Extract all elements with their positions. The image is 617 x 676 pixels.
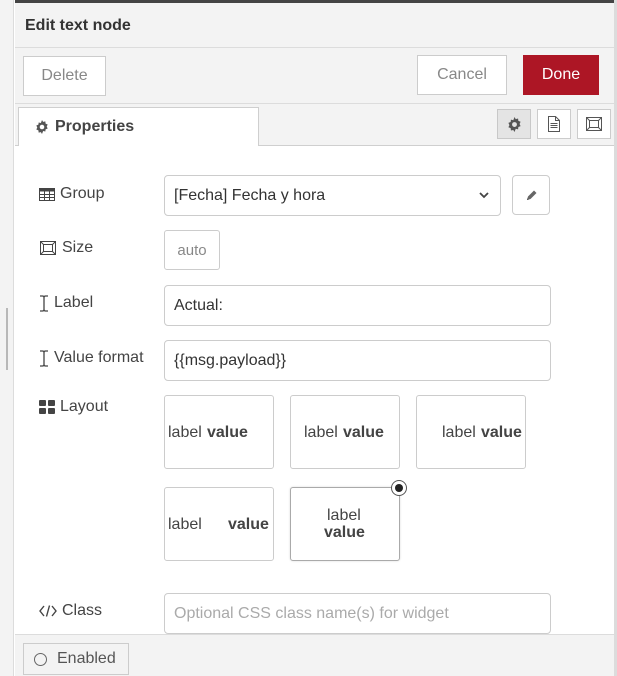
workspace-edge [0,0,14,676]
edit-tray: Edit text node Delete Cancel Done Proper… [15,0,614,676]
layout-option-label-text: label [442,424,476,441]
size-label: Size [62,239,94,256]
group-select[interactable]: [Fecha] Fecha y hora [164,175,501,216]
grid-icon [39,400,55,414]
size-icon [39,240,57,256]
layout-option-label-text: label [327,507,361,524]
cancel-button[interactable]: Cancel [417,55,507,95]
layout-option-row-left[interactable]: label value [164,395,274,469]
dialog-title: Edit text node [25,17,131,34]
tray-header: Edit text node [15,0,614,48]
layout-option-label-text: label [168,516,202,533]
tab-properties-label: Properties [55,118,135,135]
edit-group-button[interactable] [512,175,550,215]
label-row-label: Label [39,294,93,312]
text-cursor-icon [39,294,49,312]
layout-option-row-spread[interactable]: label value [164,487,274,561]
done-button[interactable]: Done [523,55,599,95]
group-row-label: Group [39,185,104,203]
group-label: Group [60,185,105,202]
tab-appearance[interactable] [577,109,611,139]
gear-icon [507,116,522,132]
class-input-placeholder: Optional CSS class name(s) for widget [174,604,449,622]
description-icon [547,116,561,132]
code-icon [39,605,57,617]
layout-option-row-center[interactable]: label value [290,395,400,469]
resize-grip[interactable] [6,308,8,370]
pencil-icon [525,189,538,202]
label-label: Label [54,294,94,311]
circle-toggle-icon [34,652,47,666]
tab-properties[interactable]: Properties [18,107,259,147]
enabled-label: Enabled [57,650,116,667]
layout-option-value-text: value [343,424,384,441]
value-format-input[interactable]: {{msg.payload}} [164,340,551,381]
layout-option-label-text: label [168,424,202,441]
tray-toolbar: Delete Cancel Done [15,48,614,104]
gear-icon [35,120,49,134]
properties-form: Group [Fecha] Fecha y hora Size auto Lab… [15,146,614,634]
table-icon [39,187,55,201]
layout-option-row-right[interactable]: label value [416,395,526,469]
class-label: Class [62,602,103,619]
layout-option-value-text: value [207,424,248,441]
value-format-label: Value format [54,349,144,366]
class-input[interactable]: Optional CSS class name(s) for widget [164,593,551,634]
layout-option-value-text: value [481,424,522,441]
size-row-label: Size [39,239,93,257]
layout-label: Layout [60,398,109,415]
layout-option-column-center[interactable]: label value [290,480,407,561]
layout-option-value-text: value [228,516,269,533]
value-format-row-label: Value format [39,349,144,367]
layout-option-value-text: value [324,524,365,541]
layout-option-label-text: label [304,424,338,441]
group-select-value: [Fecha] Fecha y hora [174,186,326,204]
tray-footer: Enabled [15,634,614,676]
tab-gear[interactable] [497,109,531,139]
delete-button[interactable]: Delete [23,56,106,96]
tab-description[interactable] [537,109,571,139]
chevron-down-icon [478,188,490,207]
label-input[interactable]: Actual: [164,285,551,326]
size-button[interactable]: auto [164,230,220,270]
class-row-label: Class [39,602,102,620]
layout-row-label: Layout [39,398,108,416]
appearance-icon [585,116,603,132]
selected-radio-icon [391,480,407,496]
text-cursor-icon [39,349,49,367]
enabled-toggle[interactable]: Enabled [23,643,129,675]
tab-bar: Properties [15,104,614,147]
